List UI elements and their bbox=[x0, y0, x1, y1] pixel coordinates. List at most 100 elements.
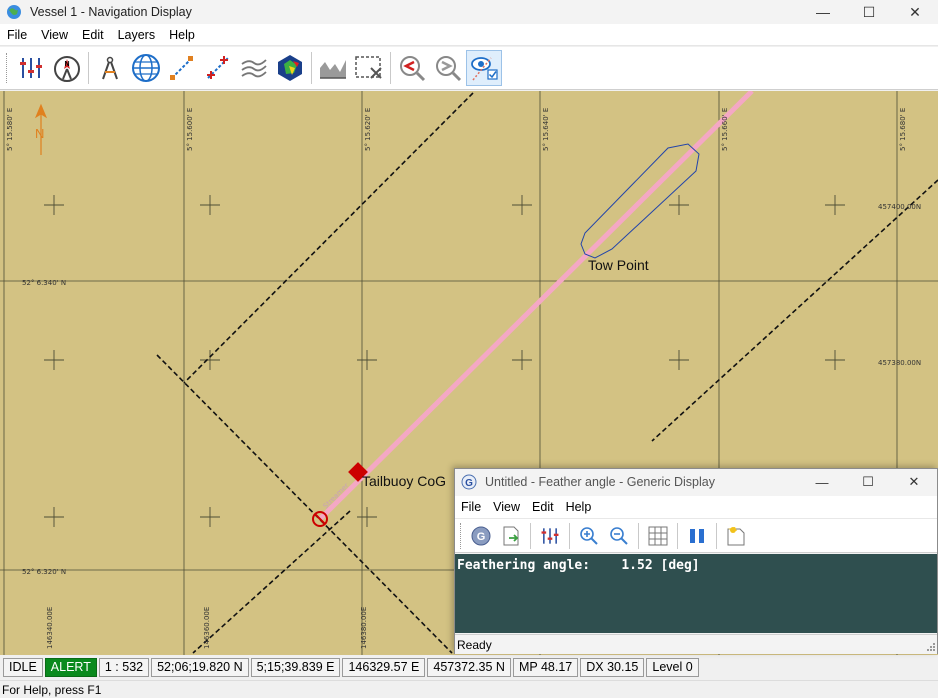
lon-label: 5° 15.640' E bbox=[542, 107, 550, 151]
status-longitude: 5;15;39.839 E bbox=[250, 657, 341, 677]
g-settings-icon: G bbox=[471, 526, 491, 545]
svg-text:G: G bbox=[465, 478, 473, 489]
gd-status-bar: Ready bbox=[455, 634, 937, 654]
gd-minimize-button[interactable]: — bbox=[799, 469, 845, 495]
gd-toolbar-separator bbox=[569, 522, 570, 549]
toolbar-separator bbox=[88, 52, 89, 84]
lon-label: 5° 15.600' E bbox=[186, 107, 194, 151]
zoom-in-button[interactable] bbox=[430, 50, 466, 86]
gd-toolbar-separator bbox=[638, 522, 639, 549]
toolbar: N bbox=[0, 47, 938, 90]
lat-label: 52° 6.320' N bbox=[22, 568, 67, 576]
toolbar-grip[interactable] bbox=[6, 53, 9, 83]
color-palette-button[interactable] bbox=[272, 50, 308, 86]
gd-close-button[interactable]: ✕ bbox=[891, 469, 937, 495]
lon-label: 5° 15.620' E bbox=[364, 107, 372, 151]
gd-toolbar-separator bbox=[716, 522, 717, 549]
wave-lines-icon bbox=[241, 59, 267, 78]
status-dx: DX 30.15 bbox=[580, 657, 645, 677]
lon-label: 5° 15.680' E bbox=[899, 107, 907, 151]
lat-label: 52° 6.340' N bbox=[22, 279, 67, 287]
status-bar: IDLE ALERT 1 : 532 52;06;19.820 N 5;15;3… bbox=[0, 655, 938, 679]
gd-menu-edit[interactable]: Edit bbox=[526, 500, 560, 514]
zoom-out-icon bbox=[610, 526, 628, 545]
menu-layers[interactable]: Layers bbox=[111, 28, 163, 42]
generic-display-title-bar[interactable]: G Untitled - Feather angle - Generic Dis… bbox=[455, 469, 937, 495]
minimize-button[interactable]: — bbox=[800, 0, 846, 24]
zoom-out-icon bbox=[400, 56, 426, 82]
svg-text:N: N bbox=[64, 61, 69, 68]
g-app-icon: G bbox=[461, 474, 477, 490]
status-level: Level 0 bbox=[646, 657, 699, 677]
gd-settings-button[interactable]: G bbox=[466, 521, 496, 551]
northing-label: 457380.00N bbox=[878, 359, 922, 367]
gd-export-button[interactable] bbox=[496, 521, 526, 551]
gd-note-button[interactable] bbox=[721, 521, 751, 551]
gd-toolbar: G bbox=[455, 518, 937, 553]
northing-label: 457400.00N bbox=[878, 203, 922, 211]
svg-text:G: G bbox=[477, 531, 486, 543]
status-mp: MP 48.17 bbox=[512, 657, 579, 677]
status-alert-badge[interactable]: ALERT bbox=[44, 657, 97, 677]
waypoint-line-icon bbox=[207, 56, 229, 79]
gd-mixer-button[interactable] bbox=[535, 521, 565, 551]
mixer-button[interactable] bbox=[13, 50, 49, 86]
globe-app-icon bbox=[7, 5, 21, 19]
mixer-icon bbox=[20, 58, 42, 78]
status-easting: 146329.57 E bbox=[342, 657, 426, 677]
easting-label: 146380.00E bbox=[360, 606, 368, 649]
menu-view[interactable]: View bbox=[34, 28, 75, 42]
color-palette-icon bbox=[278, 55, 302, 81]
generic-display-title: Untitled - Feather angle - Generic Displ… bbox=[485, 475, 715, 489]
zoom-in-icon bbox=[580, 526, 598, 545]
status-latitude: 52;06;19.820 N bbox=[151, 657, 249, 677]
easting-label: 146340.00E bbox=[46, 606, 54, 649]
profile-chart-icon bbox=[320, 60, 346, 79]
wave-lines-button[interactable] bbox=[236, 50, 272, 86]
status-state: IDLE bbox=[3, 657, 43, 677]
zoom-out-button[interactable] bbox=[394, 50, 430, 86]
gd-menu-view[interactable]: View bbox=[487, 500, 526, 514]
maximize-button[interactable]: ☐ bbox=[846, 0, 892, 24]
help-bar: For Help, press F1 bbox=[0, 680, 938, 698]
close-button[interactable]: ✕ bbox=[892, 0, 938, 24]
profile-chart-button[interactable] bbox=[315, 50, 351, 86]
menu-bar: File View Edit Layers Help bbox=[0, 24, 938, 46]
grid-icon bbox=[648, 526, 668, 545]
toolbar-separator bbox=[311, 52, 312, 84]
divider-compass-button[interactable] bbox=[92, 50, 128, 86]
waypoint-line-button[interactable] bbox=[200, 50, 236, 86]
window-title: Vessel 1 - Navigation Display bbox=[30, 5, 192, 19]
globe-button[interactable] bbox=[128, 50, 164, 86]
menu-help[interactable]: Help bbox=[162, 28, 202, 42]
select-region-icon bbox=[355, 56, 382, 79]
gd-menu-file[interactable]: File bbox=[455, 500, 487, 514]
gd-zoom-in-button[interactable] bbox=[574, 521, 604, 551]
resize-grip-icon[interactable] bbox=[926, 642, 936, 652]
north-compass-icon: N bbox=[54, 56, 80, 82]
line-tool-icon bbox=[170, 56, 193, 80]
gd-grid-button[interactable] bbox=[643, 521, 673, 551]
tailbuoy-label: Tailbuoy CoG bbox=[362, 473, 447, 489]
toolbar-separator bbox=[390, 52, 391, 84]
menu-edit[interactable]: Edit bbox=[75, 28, 111, 42]
north-compass-button[interactable]: N bbox=[49, 50, 85, 86]
gd-menu-bar: File View Edit Help bbox=[455, 496, 937, 518]
gd-zoom-out-button[interactable] bbox=[604, 521, 634, 551]
select-region-button[interactable] bbox=[351, 50, 387, 86]
line-tool-button[interactable] bbox=[164, 50, 200, 86]
menu-file[interactable]: File bbox=[0, 28, 34, 42]
export-icon bbox=[503, 526, 519, 545]
status-scale: 1 : 532 bbox=[98, 657, 150, 677]
gd-maximize-button[interactable]: ☐ bbox=[845, 469, 891, 495]
mixer-icon bbox=[541, 527, 559, 544]
pause-icon bbox=[690, 528, 704, 543]
view-settings-button[interactable] bbox=[466, 50, 502, 86]
gd-pause-button[interactable] bbox=[682, 521, 712, 551]
north-label: N bbox=[35, 126, 44, 141]
divider-compass-icon bbox=[102, 56, 118, 80]
gd-menu-help[interactable]: Help bbox=[560, 500, 598, 514]
generic-display-window: G Untitled - Feather angle - Generic Dis… bbox=[454, 468, 938, 654]
lon-label: 5° 15.580' E bbox=[6, 107, 14, 151]
gd-toolbar-grip[interactable] bbox=[460, 522, 463, 549]
